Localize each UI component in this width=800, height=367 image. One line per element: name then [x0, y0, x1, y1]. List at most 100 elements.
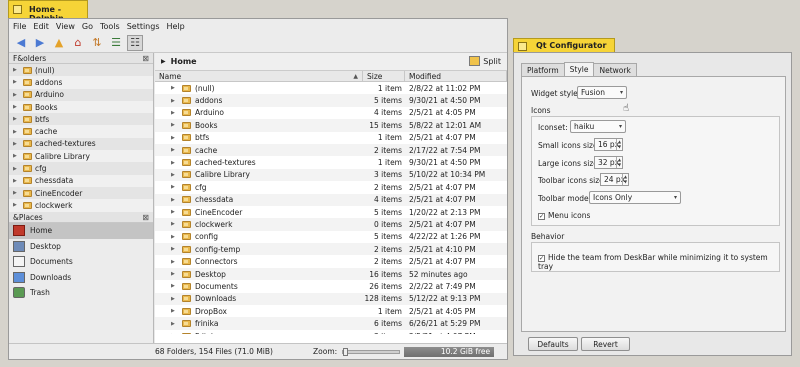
- up-arrow-icon[interactable]: ▲: [51, 35, 67, 51]
- expand-arrow-icon[interactable]: ▶: [13, 166, 20, 172]
- expand-arrow-icon[interactable]: ▶: [13, 79, 20, 85]
- expand-arrow-icon[interactable]: ▶: [171, 283, 178, 289]
- place-desktop[interactable]: Desktop: [9, 239, 153, 255]
- expand-arrow-icon[interactable]: ▶: [171, 271, 178, 277]
- file-row[interactable]: ▶ addons 5 items 9/30/21 at 4:50 PM: [155, 94, 507, 107]
- menu-file[interactable]: File: [13, 22, 26, 31]
- breadcrumb-home[interactable]: Home: [171, 57, 197, 66]
- expand-arrow-icon[interactable]: ▶: [171, 110, 178, 116]
- zoom-slider-handle[interactable]: [343, 347, 349, 356]
- split-button[interactable]: Split: [469, 56, 501, 66]
- details-view-icon[interactable]: ☰: [108, 35, 124, 51]
- qt-window-tab[interactable]: Qt Configurator: [513, 38, 615, 53]
- expand-arrow-icon[interactable]: ▶: [171, 333, 178, 334]
- folder-tree-item[interactable]: ▶ cache: [9, 125, 153, 138]
- expand-arrow-icon[interactable]: ▶: [13, 67, 20, 73]
- file-row[interactable]: ▶ btfs 1 item 2/5/21 at 4:07 PM: [155, 132, 507, 144]
- expand-arrow-icon[interactable]: ▶: [171, 259, 178, 265]
- expand-arrow-icon[interactable]: ▶: [13, 92, 20, 98]
- expand-arrow-icon[interactable]: ▶: [171, 221, 178, 227]
- large-icons-spinbox[interactable]: 32 px ▲ ▼: [594, 156, 623, 169]
- close-box-icon[interactable]: [13, 5, 22, 14]
- file-row[interactable]: ▶ cfg 2 items 2/5/21 at 4:07 PM: [155, 181, 507, 193]
- expand-arrow-icon[interactable]: ▶: [171, 184, 178, 190]
- expand-arrow-icon[interactable]: ▶: [13, 129, 20, 135]
- menu-go[interactable]: Go: [82, 22, 93, 31]
- file-row[interactable]: ▶ chessdata 4 items 2/5/21 at 4:07 PM: [155, 193, 507, 206]
- expand-arrow-icon[interactable]: ▶: [171, 85, 178, 91]
- expand-arrow-icon[interactable]: ▶: [13, 141, 20, 147]
- revert-button[interactable]: Revert: [581, 337, 630, 351]
- folder-tree-item[interactable]: ▶ addons: [9, 76, 153, 89]
- expand-arrow-icon[interactable]: ▶: [171, 234, 178, 240]
- close-panel-icon[interactable]: ⊠: [142, 213, 149, 222]
- file-row[interactable]: ▶ Documents 26 items 2/2/22 at 7:49 PM: [155, 280, 507, 292]
- file-row[interactable]: ▶ Connectors 2 items 2/5/21 at 4:07 PM: [155, 255, 507, 267]
- hide-team-checkbox[interactable]: ✓ Hide the team from DeskBar while minimi…: [538, 253, 779, 271]
- expand-arrow-icon[interactable]: ▶: [171, 98, 178, 104]
- tab-style[interactable]: Style: [563, 62, 595, 77]
- expand-arrow-icon[interactable]: ▶: [171, 308, 178, 314]
- close-box-icon[interactable]: [518, 42, 527, 51]
- expand-arrow-icon[interactable]: ▶: [171, 246, 178, 252]
- zoom-slider[interactable]: [342, 347, 401, 356]
- file-row[interactable]: ▶ config 5 items 4/22/22 at 1:26 PM: [155, 231, 507, 243]
- menu-view[interactable]: View: [56, 22, 75, 31]
- folder-tree-item[interactable]: ▶ cfg: [9, 162, 153, 175]
- file-row[interactable]: ▶ Downloads 128 items 5/12/22 at 9:13 PM: [155, 292, 507, 306]
- expand-arrow-icon[interactable]: ▶: [171, 321, 178, 327]
- file-row[interactable]: ▶ CineEncoder 5 items 1/20/22 at 2:13 PM: [155, 206, 507, 218]
- place-home[interactable]: Home: [9, 223, 153, 239]
- expand-arrow-icon[interactable]: ▶: [171, 147, 178, 153]
- folder-tree-item[interactable]: ▶ cached-textures: [9, 137, 153, 151]
- file-row[interactable]: ▶ (null) 1 item 2/8/22 at 11:02 PM: [155, 82, 507, 94]
- spin-arrows-icon[interactable]: ▲ ▼: [622, 174, 628, 185]
- folder-tree-item[interactable]: ▶ chessdata: [9, 174, 153, 187]
- column-modified[interactable]: Modified: [405, 71, 507, 81]
- small-icons-spinbox[interactable]: 16 px ▲ ▼: [594, 138, 623, 151]
- sort-icon[interactable]: ⇅: [89, 35, 105, 51]
- spin-arrows-icon[interactable]: ▲ ▼: [616, 157, 622, 168]
- expand-arrow-icon[interactable]: ▶: [171, 135, 178, 141]
- expand-arrow-icon[interactable]: ▶: [171, 160, 178, 166]
- expand-arrow-icon[interactable]: ▶: [171, 197, 178, 203]
- tree-view-icon[interactable]: ☷: [127, 34, 143, 51]
- folder-tree-item[interactable]: ▶ Arduino: [9, 88, 153, 101]
- expand-arrow-icon[interactable]: ▶: [171, 172, 178, 178]
- file-row[interactable]: ▶ Fritzing 3 items2/5/21 at 4:07 PM: [155, 330, 507, 334]
- menu-icons-checkbox[interactable]: ✓ Menu icons: [538, 211, 590, 220]
- toolbar-icons-spinbox[interactable]: 24 px ▲ ▼: [600, 173, 629, 186]
- expand-arrow-icon[interactable]: ▶: [13, 190, 20, 196]
- expand-arrow-icon[interactable]: ▶: [13, 202, 20, 208]
- menu-edit[interactable]: Edit: [33, 22, 49, 31]
- file-row[interactable]: ▶ Books 15 items 5/8/22 at 12:01 AM: [155, 119, 507, 132]
- back-arrow-icon[interactable]: ◀: [13, 35, 29, 51]
- spin-arrows-icon[interactable]: ▲ ▼: [616, 139, 622, 150]
- folder-tree-item[interactable]: ▶ (null): [9, 64, 153, 77]
- home-icon[interactable]: ⌂: [70, 35, 86, 51]
- file-row[interactable]: ▶ clockwerk 0 items 2/5/21 at 4:07 PM: [155, 218, 507, 231]
- expand-arrow-icon[interactable]: ▶: [13, 178, 20, 184]
- file-row[interactable]: ▶ Desktop 16 items 52 minutes ago: [155, 267, 507, 281]
- widget-style-select[interactable]: Fusion ▾: [577, 86, 627, 99]
- file-row[interactable]: ▶ config-temp 2 items 2/5/21 at 4:10 PM: [155, 243, 507, 256]
- crumb-arrow-icon[interactable]: ▶: [161, 58, 166, 65]
- place-documents[interactable]: Documents: [9, 254, 153, 270]
- place-trash[interactable]: Trash: [9, 285, 153, 301]
- place-downloads[interactable]: Downloads: [9, 270, 153, 286]
- file-row[interactable]: ▶ frinika 6 items 6/26/21 at 5:29 PM: [155, 317, 507, 330]
- file-row[interactable]: ▶ DropBox 1 item 2/5/21 at 4:05 PM: [155, 305, 507, 317]
- expand-arrow-icon[interactable]: ▶: [171, 296, 178, 302]
- file-row[interactable]: ▶ cache 2 items 2/17/22 at 7:54 PM: [155, 143, 507, 157]
- file-row[interactable]: ▶ cached-textures 1 item 9/30/21 at 4:50 PM: [155, 156, 507, 168]
- menu-settings[interactable]: Settings: [127, 22, 160, 31]
- expand-arrow-icon[interactable]: ▶: [13, 116, 20, 122]
- toolbar-mode-select[interactable]: Icons Only ▾: [589, 191, 681, 204]
- folder-tree-item[interactable]: ▶ btfs: [9, 113, 153, 126]
- column-name[interactable]: Name ▲: [155, 71, 363, 81]
- close-panel-icon[interactable]: ⊠: [142, 54, 149, 63]
- file-row[interactable]: ▶ Arduino 4 items 2/5/21 at 4:05 PM: [155, 107, 507, 119]
- expand-arrow-icon[interactable]: ▶: [171, 122, 178, 128]
- defaults-button[interactable]: Defaults: [528, 337, 578, 351]
- column-size[interactable]: Size: [363, 71, 405, 81]
